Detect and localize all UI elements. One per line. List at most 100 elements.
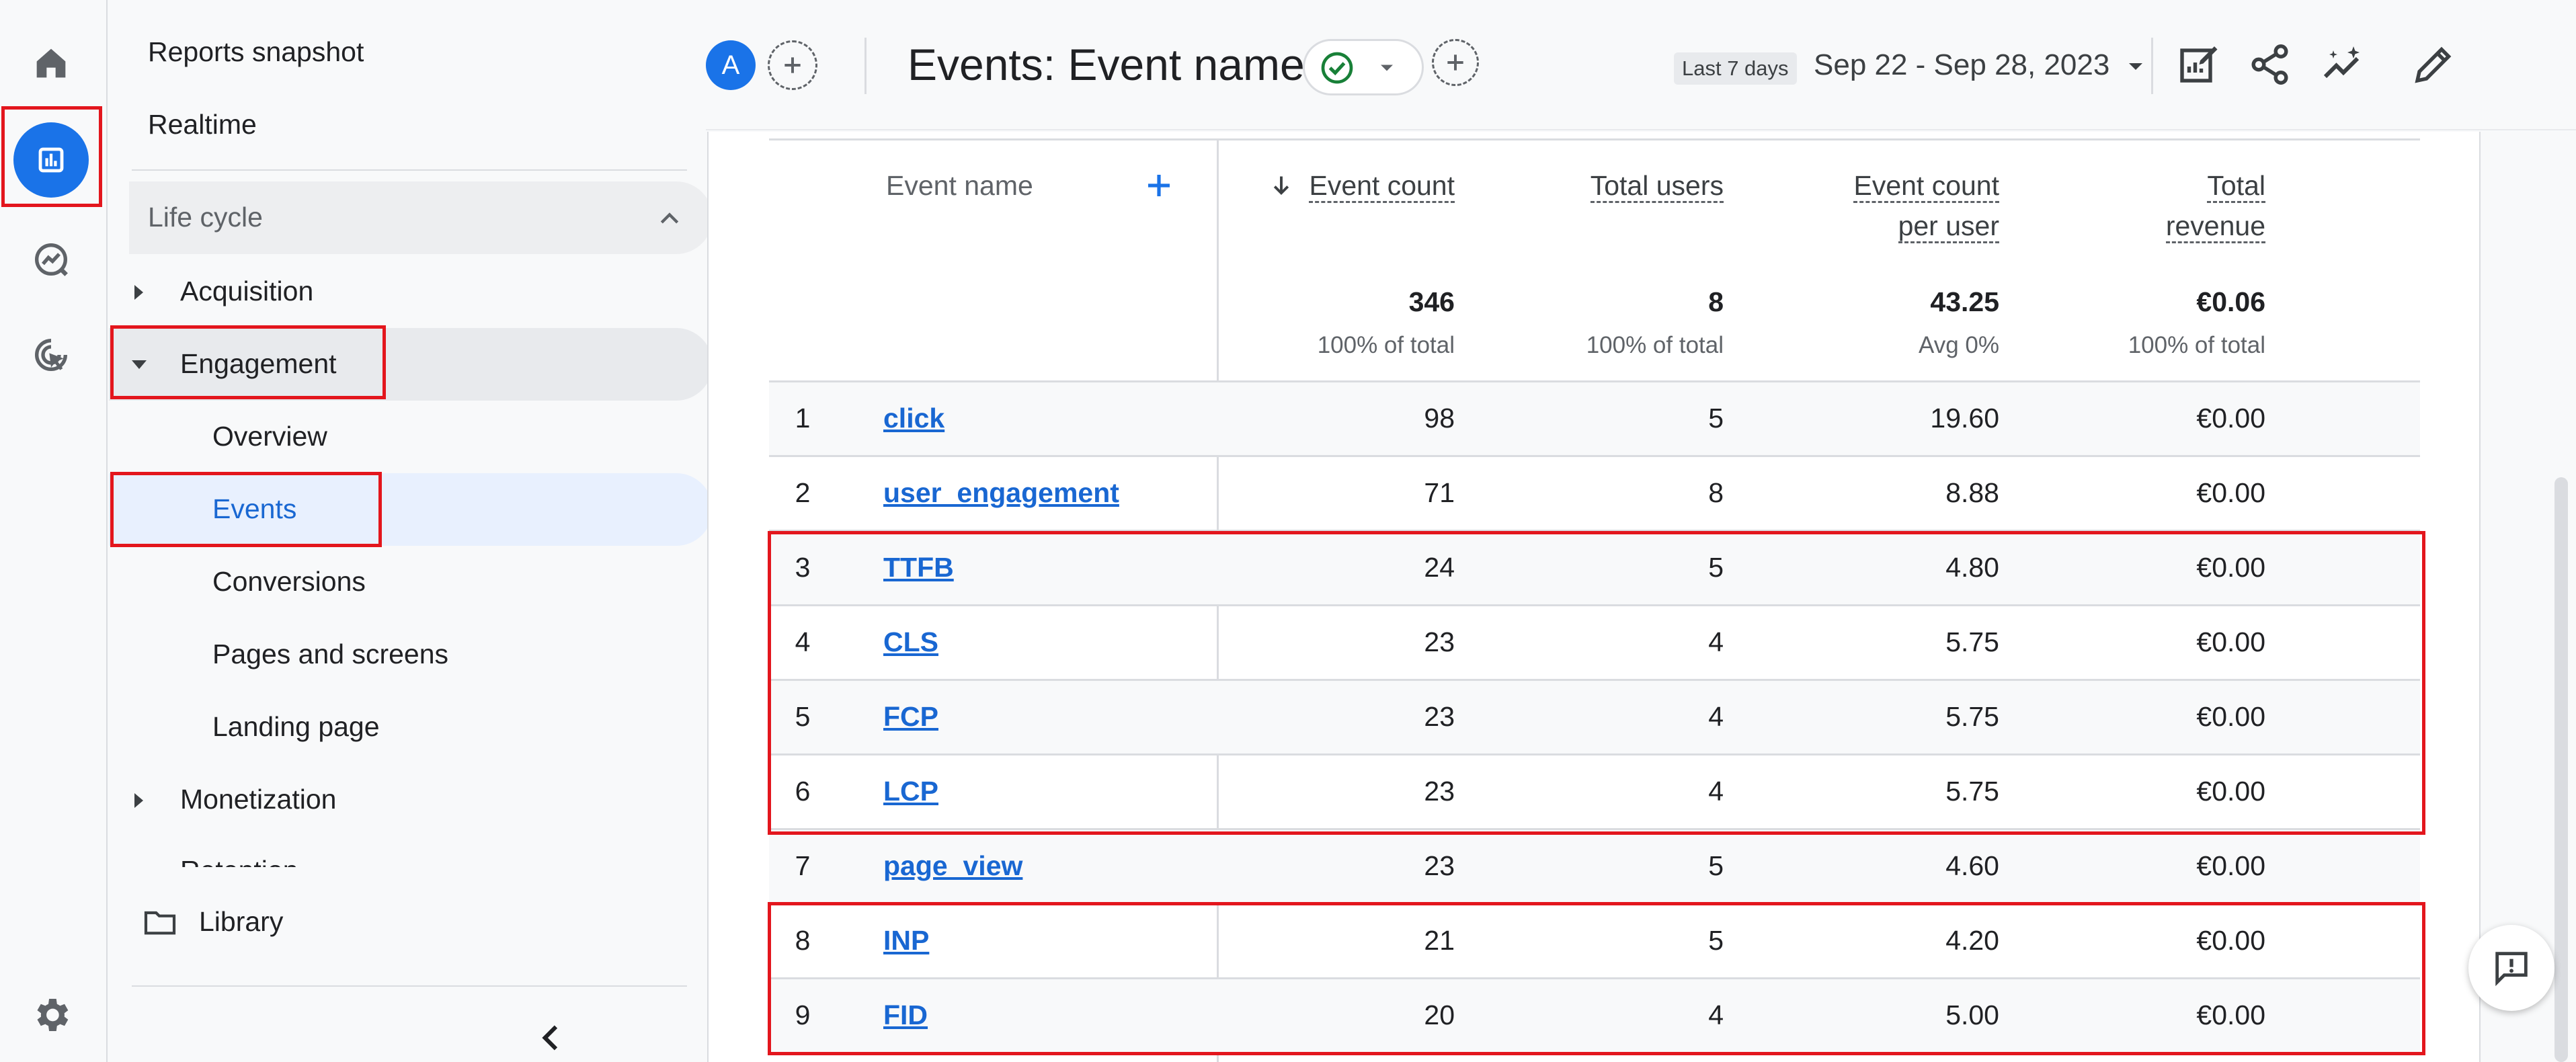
advertising-button[interactable] bbox=[13, 317, 89, 393]
total-users: 8 bbox=[1708, 286, 1724, 317]
event-count-cell: 71 bbox=[1424, 477, 1455, 508]
nav-divider bbox=[132, 169, 687, 171]
total-revenue-pct: 100% of total bbox=[2128, 332, 2265, 358]
highlight-engagement bbox=[110, 325, 386, 399]
highlight-rows-8-9 bbox=[768, 902, 2425, 1055]
nav-item-label: Overview bbox=[212, 421, 327, 452]
header-divider bbox=[706, 129, 2576, 130]
chevron-up-icon[interactable] bbox=[656, 206, 683, 233]
nav-item-conversions[interactable]: Conversions bbox=[109, 546, 713, 618]
header-separator bbox=[864, 38, 867, 94]
sort-down-icon[interactable] bbox=[1269, 171, 1293, 200]
share-icon[interactable] bbox=[2247, 40, 2295, 89]
total-per-user: 43.25 bbox=[1930, 286, 1999, 317]
nav-item-label: Landing page bbox=[212, 711, 380, 742]
nav-group-acquisition[interactable]: Acquisition bbox=[109, 255, 713, 328]
expand-arrow-icon bbox=[134, 793, 143, 808]
event-name-link[interactable]: page_view bbox=[883, 850, 1022, 882]
highlight-reports-button bbox=[1, 106, 102, 207]
nav-group-monetization[interactable]: Monetization bbox=[109, 764, 713, 836]
settings-icon bbox=[37, 999, 69, 1031]
date-range-label: Sep 22 - Sep 28, 2023 bbox=[1814, 48, 2110, 81]
explore-icon bbox=[35, 243, 68, 276]
home-icon bbox=[36, 48, 66, 78]
nav-item-label: Conversions bbox=[212, 566, 366, 597]
total-users-cell: 5 bbox=[1708, 403, 1724, 434]
insights-icon[interactable] bbox=[2319, 40, 2368, 89]
revenue-cell: €0.00 bbox=[2196, 403, 2265, 434]
feedback-button[interactable] bbox=[2468, 925, 2554, 1011]
feedback-icon bbox=[2495, 952, 2528, 987]
date-preset-chip: Last 7 days bbox=[1674, 52, 1797, 85]
add-icon bbox=[1447, 54, 1463, 71]
pencil-icon[interactable] bbox=[2409, 40, 2458, 89]
dropdown-arrow-icon bbox=[1381, 65, 1393, 71]
row-index: 2 bbox=[795, 477, 811, 508]
event-name-link[interactable]: click bbox=[883, 403, 944, 434]
nav-divider bbox=[132, 985, 687, 987]
event-name-link[interactable]: user_engagement bbox=[883, 477, 1119, 509]
nav-item-label: Pages and screens bbox=[212, 639, 449, 669]
total-event-count: 346 bbox=[1408, 286, 1455, 317]
column-header-event-count[interactable]: Event count bbox=[1307, 165, 1455, 206]
nav-reports-snapshot[interactable]: Reports snapshot bbox=[148, 36, 364, 68]
total-revenue: €0.06 bbox=[2196, 286, 2265, 317]
nav-library-label: Library bbox=[199, 906, 284, 937]
nav-group-retention-clipped[interactable]: Retention bbox=[180, 852, 382, 867]
table-top-border bbox=[769, 138, 2420, 140]
folder-icon bbox=[144, 911, 176, 935]
nav-item-landing-page[interactable]: Landing page bbox=[109, 691, 713, 764]
total-users-cell: 5 bbox=[1708, 850, 1724, 881]
section-life-cycle-label: Life cycle bbox=[148, 202, 263, 233]
add-filter-button[interactable] bbox=[1432, 39, 1479, 86]
nav-group-label: Acquisition bbox=[180, 276, 314, 307]
edit-report-icon[interactable] bbox=[2174, 40, 2222, 89]
nav-item-overview[interactable]: Overview bbox=[109, 401, 713, 473]
nav-realtime[interactable]: Realtime bbox=[148, 109, 257, 140]
table-row[interactable]: 7 page_view 23 5 4.60 €0.00 bbox=[769, 828, 2420, 903]
column-header-event-name[interactable]: Event name bbox=[886, 165, 1033, 206]
highlight-events bbox=[110, 472, 382, 547]
add-comparison-button[interactable] bbox=[768, 40, 817, 90]
comparison-avatar[interactable]: A bbox=[706, 40, 756, 90]
header-separator bbox=[2151, 38, 2153, 94]
total-users-cell: 8 bbox=[1708, 477, 1724, 508]
admin-settings-button[interactable] bbox=[13, 977, 89, 1053]
add-dimension-icon[interactable] bbox=[1143, 169, 1175, 202]
table-row[interactable]: 2 user_engagement 71 8 8.88 €0.00 bbox=[769, 455, 2420, 530]
per-user-cell: 19.60 bbox=[1930, 403, 1999, 434]
advertising-icon bbox=[35, 339, 67, 371]
date-range-picker[interactable]: Sep 22 - Sep 28, 2023 bbox=[1814, 48, 2149, 82]
per-user-cell: 4.60 bbox=[1945, 850, 1999, 881]
revenue-cell: €0.00 bbox=[2196, 477, 2265, 508]
column-header-event-count-per-user[interactable]: Event count per user bbox=[1791, 165, 1999, 246]
add-icon bbox=[784, 57, 801, 73]
column-header-total-revenue[interactable]: Total revenue bbox=[2087, 165, 2265, 246]
dropdown-arrow-icon bbox=[2128, 63, 2142, 71]
column-header-total-users[interactable]: Total users bbox=[1549, 165, 1724, 206]
event-count-cell: 98 bbox=[1424, 403, 1455, 434]
nav-group-label: Monetization bbox=[180, 784, 337, 815]
report-status-button[interactable] bbox=[1303, 39, 1424, 95]
chevron-left-icon[interactable] bbox=[532, 1019, 570, 1057]
explore-button[interactable] bbox=[13, 222, 89, 297]
page-title: Events: Event name bbox=[908, 40, 1305, 89]
home-button[interactable] bbox=[13, 26, 89, 101]
row-index: 7 bbox=[795, 850, 811, 881]
total-event-count-pct: 100% of total bbox=[1317, 332, 1455, 358]
event-count-cell: 23 bbox=[1424, 850, 1455, 881]
report-header: A Events: Event name Last 7 days Sep 22 … bbox=[706, 0, 2576, 132]
total-users-pct: 100% of total bbox=[1586, 332, 1724, 358]
page-scrollbar[interactable] bbox=[2554, 477, 2568, 1062]
row-index: 1 bbox=[795, 403, 811, 434]
nav-item-pages-and-screens[interactable]: Pages and screens bbox=[109, 618, 713, 691]
revenue-cell: €0.00 bbox=[2196, 850, 2265, 881]
nav-group-label: Retention bbox=[180, 855, 298, 867]
table-row[interactable]: 1 click 98 5 19.60 €0.00 bbox=[769, 380, 2420, 455]
expand-arrow-icon bbox=[134, 285, 143, 300]
section-life-cycle[interactable]: Life cycle bbox=[129, 181, 713, 254]
per-user-cell: 8.88 bbox=[1945, 477, 1999, 508]
highlight-rows-3-6 bbox=[768, 531, 2425, 835]
total-per-user-pct: Avg 0% bbox=[1919, 332, 1999, 358]
check-circle-icon bbox=[1321, 52, 1353, 84]
